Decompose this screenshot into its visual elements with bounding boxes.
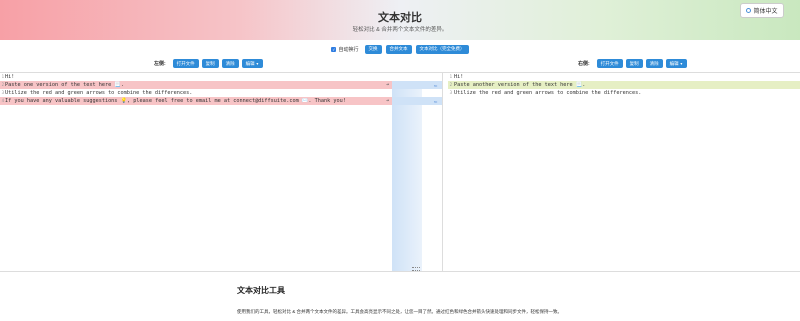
left-copy-button[interactable]: 复制 (201, 59, 219, 68)
checkbox-checked-icon: ✓ (331, 46, 337, 52)
right-toolbar: 右侧: 打开文件 复制 清除 编辑 ▼ (578, 59, 688, 68)
left-label: 左侧: (154, 61, 166, 67)
right-edit-dropdown[interactable]: 编辑 ▼ (665, 59, 688, 68)
line-number: 2 (449, 82, 452, 87)
auto-wrap-checkbox[interactable]: ✓ 自动换行 (331, 46, 359, 53)
diff-editor: 1 Hi! 2 Paste one version of the text he… (0, 72, 800, 272)
right-label: 右侧: (578, 61, 590, 67)
right-clear-button[interactable]: 清除 (645, 59, 663, 68)
left-edit-label: 编辑 (245, 60, 255, 66)
language-label: 简体中文 (753, 9, 778, 15)
diff-connector-band (392, 89, 422, 271)
section-heading: 文本对比工具 (237, 286, 285, 295)
left-line[interactable]: 3 Utilize the red and green arrows to co… (0, 89, 392, 97)
left-line[interactable]: 1 Hi! (0, 73, 392, 81)
right-edit-label: 编辑 (669, 60, 679, 66)
language-button[interactable]: 简体中文 (740, 3, 784, 18)
swap-button[interactable]: 交换 (364, 44, 382, 54)
right-open-file-button[interactable]: 打开文件 (596, 59, 623, 68)
merge-left-arrow-icon[interactable]: ⇐ (434, 83, 437, 88)
line-number: 3 (449, 90, 452, 95)
left-open-file-button[interactable]: 打开文件 (172, 59, 199, 68)
chevron-down-icon: ▼ (679, 61, 684, 66)
merge-right-arrow-icon[interactable]: ➜ (386, 97, 389, 105)
line-text: Hi! (5, 74, 15, 80)
main-toolbar: ✓ 自动换行 交换 合并文本 文本对比（完全免费） (0, 44, 800, 54)
left-line-changed[interactable]: 4 If you have any valuable suggestions 💡… (0, 97, 392, 105)
globe-icon (746, 8, 752, 13)
line-text: If you have any valuable suggestions 💡, … (5, 98, 346, 104)
right-text-editor[interactable]: 1 Hi! 2 Paste another version of the tex… (448, 73, 800, 271)
line-text: Paste another version of the text here 📃… (454, 82, 586, 88)
header-banner: 文本对比 轻松对比 & 合并两个文本文件的差异。 简体中文 (0, 0, 800, 40)
line-number: 1 (1, 74, 4, 79)
left-text-editor[interactable]: 1 Hi! 2 Paste one version of the text he… (0, 73, 392, 271)
left-toolbar: 左侧: 打开文件 复制 清除 编辑 ▼ (154, 59, 264, 68)
left-edit-dropdown[interactable]: 编辑 ▼ (241, 59, 264, 68)
chevron-down-icon: ▼ (255, 61, 260, 66)
page-subtitle: 轻松对比 & 合并两个文本文件的差异。 (352, 27, 448, 33)
resize-grip-icon[interactable] (412, 267, 420, 271)
auto-wrap-label: 自动换行 (338, 46, 359, 53)
right-line-changed[interactable]: 2 Paste another version of the text here… (448, 81, 800, 89)
right-line[interactable]: 1 Hi! (448, 73, 800, 81)
line-text: Utilize the red and green arrows to comb… (454, 90, 642, 96)
line-number: 2 (1, 82, 4, 87)
merge-left-arrow-icon[interactable]: ⇐ (434, 99, 437, 104)
right-line[interactable]: 3 Utilize the red and green arrows to co… (448, 89, 800, 97)
line-text: Utilize the red and green arrows to comb… (5, 90, 193, 96)
line-number: 3 (1, 90, 4, 95)
merge-right-arrow-icon[interactable]: ➜ (386, 81, 389, 89)
section-body: 使用我们的工具，轻松对比 & 合并两个文本文件的差异。工具会高亮显示不同之处，让… (237, 309, 562, 314)
left-line-changed[interactable]: 2 Paste one version of the text here 📃. … (0, 81, 392, 89)
line-number: 4 (1, 98, 4, 103)
line-text: Hi! (454, 74, 464, 80)
line-text: Paste one version of the text here 📃. (5, 82, 124, 88)
tool-description: 文本对比工具 使用我们的工具，轻松对比 & 合并两个文本文件的差异。工具会高亮显… (237, 285, 567, 315)
left-clear-button[interactable]: 清除 (221, 59, 239, 68)
diff-gutter: ⇐ ⇐ (392, 73, 448, 271)
compare-button[interactable]: 文本对比（完全免费） (415, 44, 469, 54)
merge-text-button[interactable]: 合并文本 (385, 44, 412, 54)
line-number: 1 (449, 74, 452, 79)
right-copy-button[interactable]: 复制 (625, 59, 643, 68)
page-title: 文本对比 (378, 12, 422, 24)
